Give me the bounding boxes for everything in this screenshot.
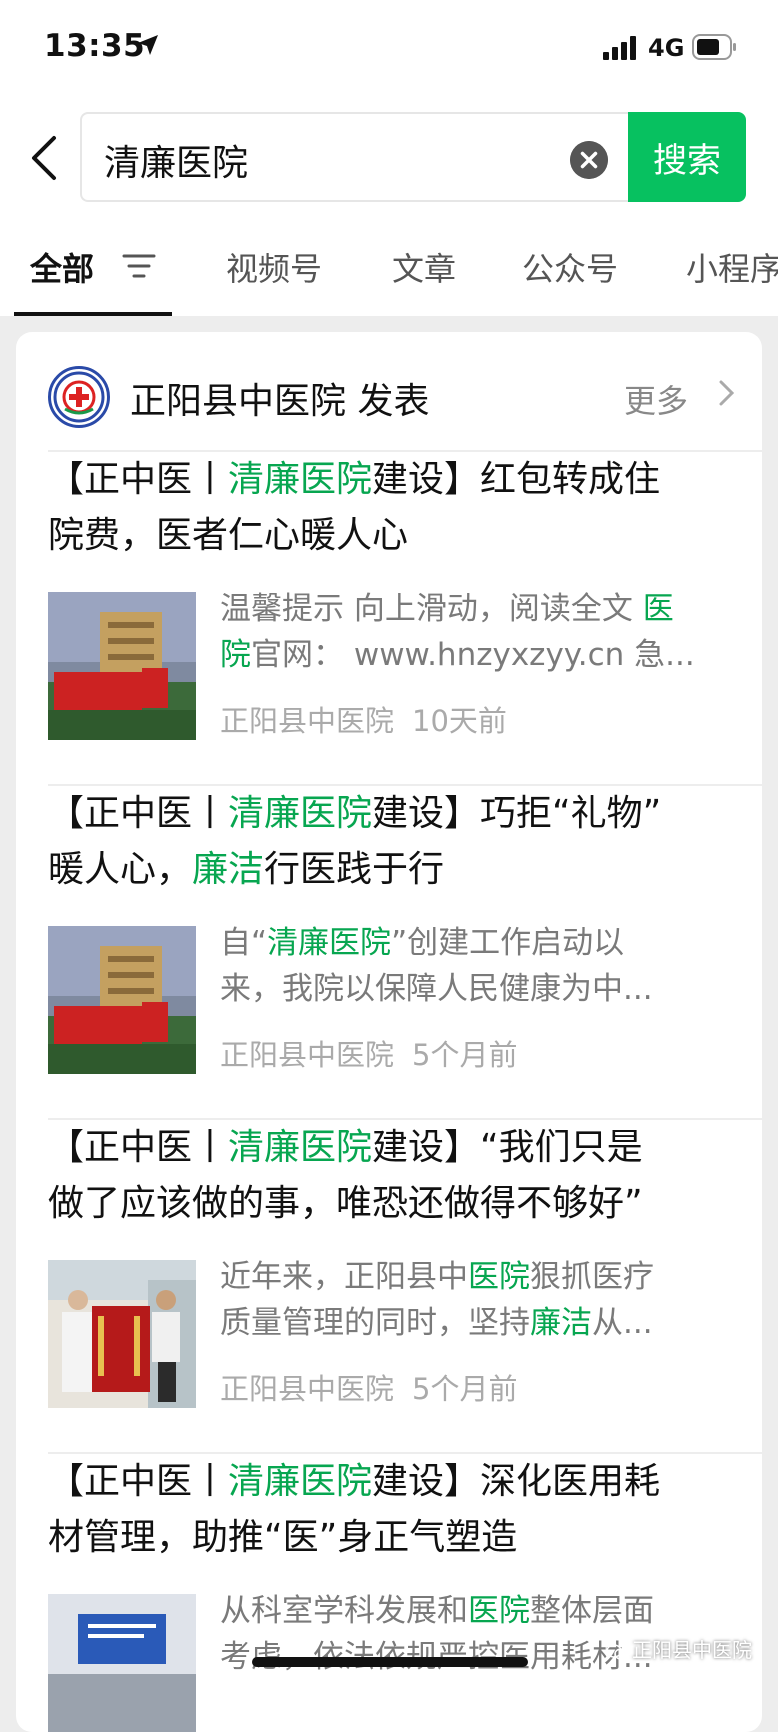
- chevron-right-icon[interactable]: [716, 378, 736, 408]
- tab-all[interactable]: 全部: [30, 244, 94, 290]
- highlighted-term: 清廉医院: [228, 1461, 373, 1502]
- text-segment: 来，我院以保障人民健康为中...: [220, 971, 653, 1007]
- article-source: 正阳县中医院: [220, 1372, 395, 1406]
- text-segment: 建设】“我们只是: [372, 1127, 643, 1168]
- text-segment: 材管理，助推“医”身正气塑造: [48, 1517, 518, 1558]
- article-snippet: 自“清廉医院”创建工作启动以 来，我院以保障人民健康为中...: [220, 920, 736, 1012]
- text-segment: 【正中医丨: [48, 1127, 229, 1168]
- article-meta: 正阳县中医院 10天前: [220, 698, 525, 740]
- watermark-text: 正阳县中医院: [632, 1638, 752, 1662]
- text-segment: 暖人心，: [48, 849, 193, 890]
- network-type: 4G: [648, 34, 685, 62]
- text-segment: 官网： www.hnzyxzyy.cn 急...: [251, 637, 695, 673]
- text-segment: 近年来，正阳县中: [220, 1259, 468, 1295]
- back-arrow-icon[interactable]: [26, 133, 66, 183]
- text-segment: 建设】巧拒“礼物”: [372, 793, 662, 834]
- article-title: 【正中医丨清廉医院建设】“我们只是做了应该做的事，唯恐还做得不够好”: [48, 1120, 643, 1232]
- signal-icon: [603, 36, 636, 60]
- highlighted-term: 医: [642, 591, 674, 627]
- home-indicator: [252, 1657, 528, 1667]
- account-watermark: 正阳县中医院: [606, 1634, 752, 1663]
- battery-icon: [692, 34, 736, 60]
- text-segment: 院费，医者仁心暖人心: [48, 515, 409, 556]
- text-segment: 从...: [592, 1305, 653, 1341]
- article-meta: 正阳县中医院 5个月前: [220, 1366, 535, 1408]
- text-segment: 整体层面: [530, 1593, 654, 1629]
- clear-icon[interactable]: [570, 141, 608, 179]
- highlighted-term: 清廉医院: [267, 925, 392, 961]
- search-input[interactable]: 清廉医院: [80, 112, 628, 202]
- more-link[interactable]: 更多: [624, 376, 688, 422]
- text-segment: 建设】深化医用耗: [372, 1461, 661, 1502]
- article-title: 【正中医丨清廉医院建设】深化医用耗材管理，助推“医”身正气塑造: [48, 1454, 660, 1566]
- tab-channels[interactable]: 视频号: [226, 244, 322, 290]
- article-thumbnail: [48, 926, 196, 1074]
- article-meta: 正阳县中医院 5个月前: [220, 1032, 535, 1074]
- highlighted-term: 医院: [468, 1593, 530, 1629]
- search-query-text: 清廉医院: [104, 143, 249, 184]
- highlighted-term: 清廉医院: [228, 1127, 373, 1168]
- text-segment: 狠抓医疗: [530, 1259, 654, 1295]
- article-thumbnail: [48, 1260, 196, 1408]
- text-segment: 从科室学科发展和: [220, 1593, 468, 1629]
- article-thumbnail: [48, 1594, 196, 1732]
- highlighted-term: 清廉医院: [228, 459, 373, 500]
- article-snippet: 近年来，正阳县中医院狠抓医疗 质量管理的同时，坚持廉洁从...: [220, 1254, 736, 1346]
- article-time: 5个月前: [412, 1038, 518, 1072]
- highlighted-term: 院: [220, 637, 251, 673]
- highlighted-term: 廉洁: [192, 849, 265, 890]
- article-thumbnail: [48, 592, 196, 740]
- tab-official-accounts[interactable]: 公众号: [522, 244, 618, 290]
- text-segment: 【正中医丨: [48, 793, 229, 834]
- text-segment: 建设】红包转成住: [372, 459, 661, 500]
- article-time: 5个月前: [412, 1372, 518, 1406]
- article-title: 【正中医丨清廉医院建设】红包转成住院费，医者仁心暖人心: [48, 452, 660, 564]
- text-segment: 做了应该做的事，唯恐还做得不够好”: [48, 1183, 643, 1224]
- tab-articles[interactable]: 文章: [392, 244, 456, 290]
- highlighted-term: 廉洁: [530, 1305, 592, 1341]
- text-segment: 温馨提示 向上滑动，阅读全文: [220, 591, 643, 627]
- text-segment: 行医践于行: [264, 849, 445, 890]
- text-segment: ”创建工作启动以: [391, 925, 625, 961]
- wechat-icon: [606, 1643, 628, 1660]
- filter-icon[interactable]: [122, 253, 156, 279]
- article-source: 正阳县中医院: [220, 1038, 395, 1072]
- text-segment: 【正中医丨: [48, 1461, 229, 1502]
- text-segment: 自“: [220, 925, 268, 961]
- article-source: 正阳县中医院: [220, 704, 395, 738]
- search-button[interactable]: 搜索: [628, 112, 746, 202]
- account-name[interactable]: 正阳县中医院 发表: [130, 372, 429, 424]
- text-segment: 【正中医丨: [48, 459, 229, 500]
- article-snippet: 温馨提示 向上滑动，阅读全文 医 院官网： www.hnzyxzyy.cn 急.…: [220, 586, 736, 678]
- location-arrow-icon: [138, 35, 158, 55]
- highlighted-term: 清廉医院: [228, 793, 373, 834]
- article-title: 【正中医丨清廉医院建设】巧拒“礼物” 暖人心，廉洁行医践于行: [48, 786, 661, 898]
- active-tab-indicator: [14, 312, 172, 316]
- status-bar: 13:35 4G: [0, 0, 778, 100]
- tab-mini-programs[interactable]: 小程序: [686, 244, 778, 290]
- account-logo[interactable]: [48, 366, 110, 428]
- highlighted-term: 医院: [468, 1259, 530, 1295]
- status-time: 13:35: [44, 28, 146, 64]
- article-time: 10天前: [412, 704, 507, 738]
- text-segment: 质量管理的同时，坚持: [220, 1305, 530, 1341]
- result-card: 正阳县中医院 发表 更多 【正中医丨清廉医院建设】红包转成住 院费，医者仁心暖人心…: [16, 332, 762, 1732]
